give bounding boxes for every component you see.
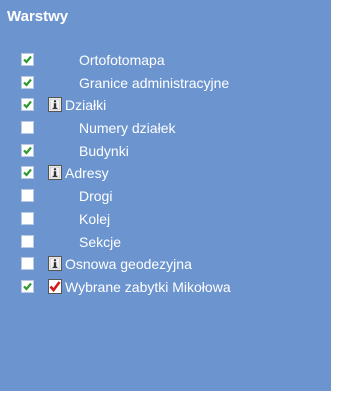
layer-label-dzialki: Działki <box>65 97 107 114</box>
layer-label-numery-dzialek: Numery działek <box>79 120 176 137</box>
layer-row-numery-dzialek: Numery działek <box>0 117 331 140</box>
layer-label-zabytki: Wybrane zabytki Mikołowa <box>65 278 231 295</box>
layer-row-adresy: Adresy <box>0 162 331 185</box>
layer-checkbox-budynki[interactable] <box>21 143 34 157</box>
layer-row-kolej: Kolej <box>0 208 331 231</box>
layer-checkbox-sekcje[interactable] <box>21 234 34 248</box>
layers-panel: Warstwy Ortofotomapa Granice administrac… <box>0 0 331 391</box>
layer-checkbox-numery-dzialek[interactable] <box>21 121 34 135</box>
checkmark-icon <box>23 78 32 87</box>
layer-list: Ortofotomapa Granice administracyjne Dzi… <box>0 49 331 299</box>
layer-checkbox-adresy[interactable] <box>21 166 34 180</box>
layer-label-granice: Granice administracyjne <box>79 74 230 91</box>
layer-label-kolej: Kolej <box>79 210 111 227</box>
layer-checkbox-osnowa[interactable] <box>21 257 34 271</box>
red-check-icon[interactable] <box>48 278 62 294</box>
checkmark-icon <box>23 282 32 291</box>
layer-checkbox-granice[interactable] <box>21 75 34 89</box>
checkmark-icon <box>23 146 32 155</box>
layer-row-sekcje: Sekcje <box>0 231 331 254</box>
layer-checkbox-zabytki[interactable] <box>21 279 34 293</box>
info-icon[interactable] <box>48 165 62 181</box>
layer-label-budynki: Budynki <box>79 142 129 159</box>
layer-row-dzialki: Działki <box>0 94 331 117</box>
info-icon[interactable] <box>48 97 62 113</box>
layer-row-granice: Granice administracyjne <box>0 72 331 95</box>
panel-title: Warstwy <box>7 8 69 25</box>
layer-checkbox-dzialki[interactable] <box>21 98 34 112</box>
checkmark-icon <box>23 55 32 64</box>
layer-label-drogi: Drogi <box>79 188 113 205</box>
layer-row-ortofotomapa: Ortofotomapa <box>0 49 331 72</box>
info-icon[interactable] <box>48 256 62 272</box>
checkmark-icon <box>23 101 32 110</box>
layer-row-osnowa: Osnowa geodezyjna <box>0 253 331 276</box>
layer-checkbox-drogi[interactable] <box>21 189 34 203</box>
layer-label-ortofotomapa: Ortofotomapa <box>79 52 165 68</box>
layer-row-budynki: Budynki <box>0 140 331 163</box>
layer-row-drogi: Drogi <box>0 185 331 208</box>
checkmark-icon <box>23 169 32 178</box>
layer-label-osnowa: Osnowa geodezyjna <box>65 256 192 273</box>
layer-row-zabytki: Wybrane zabytki Mikołowa <box>0 276 331 299</box>
layer-checkbox-kolej[interactable] <box>21 211 34 225</box>
layer-checkbox-ortofotomapa[interactable] <box>21 53 34 66</box>
layer-label-sekcje: Sekcje <box>79 233 122 250</box>
layer-label-adresy: Adresy <box>65 165 109 182</box>
